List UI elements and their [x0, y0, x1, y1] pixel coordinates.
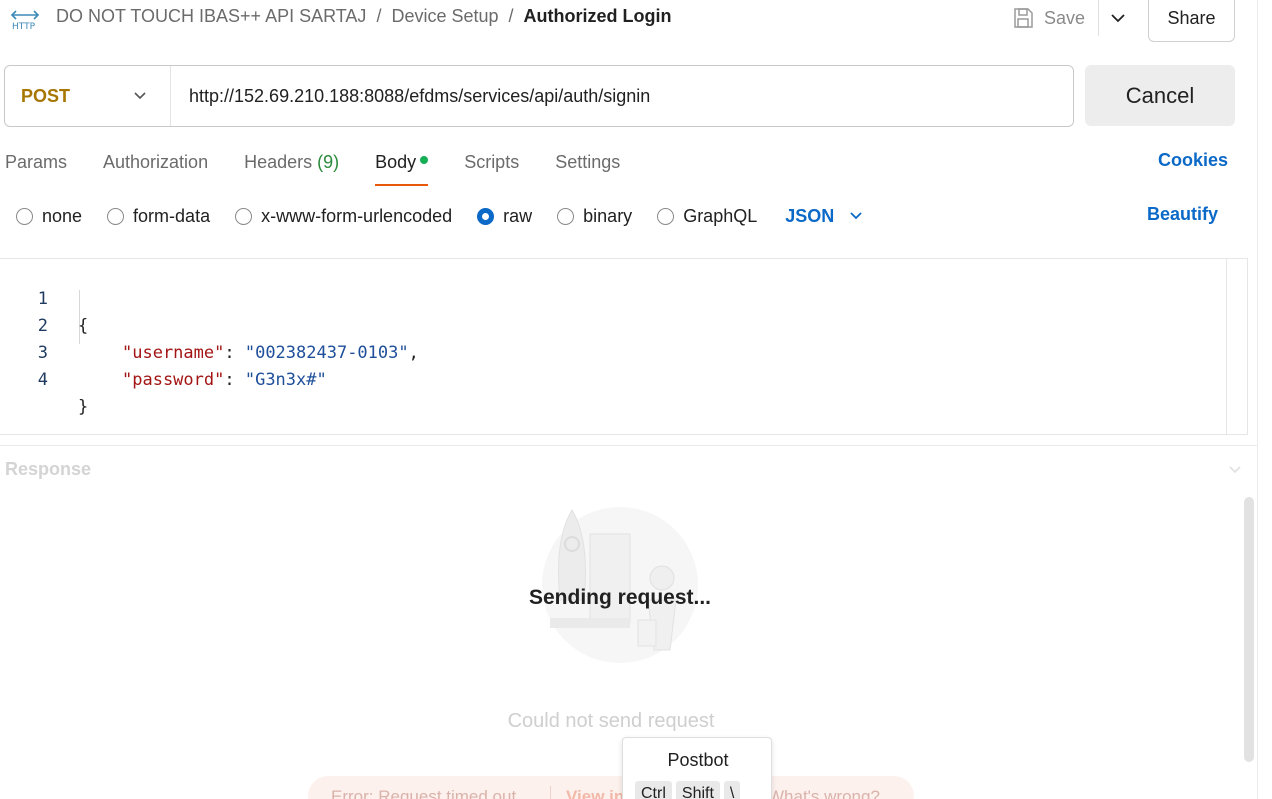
url-bar: POST http://152.69.210.188:8088/efdms/se… [4, 65, 1074, 127]
response-scrollbar[interactable] [1244, 497, 1254, 762]
chevron-down-icon [850, 212, 862, 220]
radio-label: GraphQL [683, 205, 758, 226]
tab-label: Params [5, 152, 68, 172]
method-select[interactable]: POST [5, 66, 171, 126]
code-line: 4 } [0, 340, 89, 417]
radio-label: form-data [133, 205, 211, 226]
code-line: 3 "password": "G3n3x#" [0, 313, 327, 390]
radio-circle [16, 207, 33, 225]
beautify-link[interactable]: Beautify [1147, 204, 1218, 225]
chevron-down-icon[interactable] [1106, 6, 1130, 30]
tab-scripts[interactable]: Scripts [464, 150, 519, 186]
tab-label: Headers [244, 152, 313, 172]
editor-scrollbar[interactable] [1226, 259, 1248, 435]
json-value: "002382437-0103" [244, 343, 409, 363]
url-input[interactable]: http://152.69.210.188:8088/efdms/service… [171, 86, 650, 107]
open-brace: { [78, 316, 89, 336]
error-message: Could not send request [507, 710, 715, 732]
postbot-title: Postbot [667, 750, 729, 770]
breadcrumb-folder[interactable]: Device Setup [391, 6, 498, 26]
json-key: "username" [122, 343, 225, 363]
tab-label: Scripts [464, 152, 520, 172]
error-text: Error: Request timed out [331, 787, 517, 799]
breadcrumb: DO NOT TOUCH IBAS++ API SARTAJ / Device Se… [56, 6, 672, 27]
svg-text:HTTP: HTTP [12, 22, 36, 32]
request-tabs: Params Authorization Headers (9) Body Sc… [5, 150, 656, 186]
method-label: POST [21, 85, 71, 106]
shortcut-keys: Ctrl Shift \ [635, 781, 741, 799]
body-format-label: JSON [785, 205, 835, 226]
radio-none[interactable]: none [16, 206, 82, 227]
radio-label: binary [583, 205, 633, 226]
cookies-link[interactable]: Cookies [1158, 150, 1228, 171]
code-content: "username": "002382437-0103", [122, 343, 419, 363]
radio-circle [657, 207, 675, 225]
headers-count: (9) [317, 152, 340, 172]
save-icon [1014, 8, 1033, 28]
line-number: 4 [37, 370, 48, 390]
rocket-illustration-icon [542, 507, 698, 663]
breadcrumb-separator: / [508, 6, 514, 26]
kbd-backslash: \ [723, 781, 741, 799]
radio-raw[interactable]: raw [477, 206, 532, 227]
tab-label: Authorization [103, 152, 209, 172]
save-button[interactable]: Save [1012, 4, 1085, 32]
body-format-select[interactable]: JSON [785, 206, 864, 227]
save-label: Save [1044, 7, 1086, 28]
radio-urlencoded[interactable]: x-www-form-urlencoded [235, 206, 452, 227]
error-banner: Error: Request timed out View in What's … [308, 776, 914, 799]
tab-params[interactable]: Params [5, 150, 67, 186]
tab-label: Body [375, 152, 417, 172]
response-divider [0, 445, 1258, 446]
body-indicator-dot [420, 156, 429, 165]
tab-label: Settings [555, 152, 621, 172]
divider [1098, 0, 1099, 36]
radio-label: none [42, 205, 83, 226]
breadcrumb-collection[interactable]: DO NOT TOUCH IBAS++ API SARTAJ [56, 6, 366, 26]
code-line: 1 { [0, 259, 89, 336]
radio-binary[interactable]: binary [557, 206, 632, 227]
close-brace: } [78, 397, 89, 417]
radio-graphql[interactable]: GraphQL [657, 206, 757, 227]
radio-circle [107, 207, 125, 225]
body-type-options: none form-data x-www-form-urlencoded raw… [16, 204, 864, 228]
request-title[interactable]: Authorized Login [524, 6, 672, 26]
json-comma: , [408, 343, 419, 363]
radio-label: x-www-form-urlencoded [261, 205, 453, 226]
pane-border [1257, 0, 1258, 799]
response-label: Response [5, 459, 92, 479]
chevron-down-icon [134, 92, 146, 100]
radio-form-data[interactable]: form-data [107, 206, 210, 227]
chevron-down-icon[interactable] [1226, 460, 1244, 478]
cancel-button[interactable]: Cancel [1085, 65, 1235, 126]
sending-status: Sending request... [528, 586, 712, 609]
postbot-tooltip: Postbot Ctrl Shift \ [622, 737, 772, 799]
divider [550, 786, 551, 799]
whats-wrong-link[interactable]: What's wrong? [768, 787, 880, 799]
tab-headers[interactable]: Headers (9) [244, 150, 339, 186]
breadcrumb-separator: / [376, 6, 382, 26]
code-line: 2 "username": "002382437-0103", [0, 286, 419, 363]
radio-circle [557, 207, 575, 225]
share-button[interactable]: Share [1148, 0, 1235, 42]
json-key: "password" [122, 370, 225, 390]
tab-body[interactable]: Body [375, 150, 429, 186]
tab-settings[interactable]: Settings [555, 150, 620, 186]
radio-circle [235, 207, 253, 225]
request-header: HTTP DO NOT TOUCH IBAS++ API SARTAJ / Devi… [0, 0, 1258, 42]
tab-authorization[interactable]: Authorization [103, 150, 208, 186]
http-icon: HTTP [10, 10, 40, 32]
radio-label: raw [503, 205, 533, 226]
radio-circle [477, 207, 495, 225]
kbd-shift: Shift [675, 781, 720, 799]
code-content: "password": "G3n3x#" [122, 370, 327, 390]
json-value: "G3n3x#" [244, 370, 327, 390]
kbd-ctrl: Ctrl [635, 781, 672, 799]
view-in-console-link[interactable]: View in [566, 787, 624, 799]
